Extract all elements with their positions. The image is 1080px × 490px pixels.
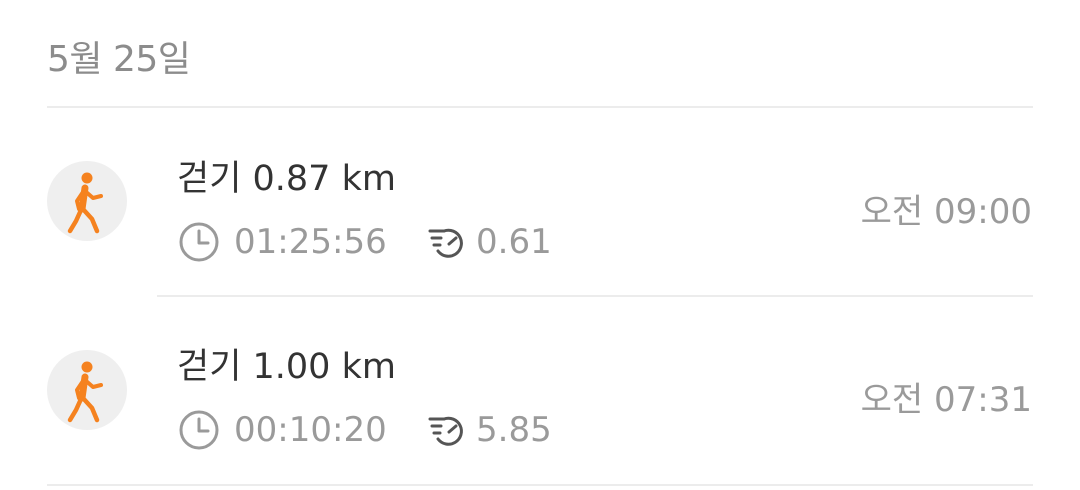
activity-avatar bbox=[47, 161, 127, 241]
list-item[interactable]: 걷기 0.87 km 01:25:56 0.61 오전 09:00 bbox=[0, 108, 1080, 296]
date-header: 5월 25일 bbox=[47, 39, 191, 80]
entry-title: 걷기 0.87 km bbox=[177, 159, 396, 199]
duration-value: 00:10:20 bbox=[234, 410, 387, 450]
entry-title: 걷기 1.00 km bbox=[177, 347, 396, 387]
pace-gauge-icon bbox=[428, 228, 463, 258]
activity-avatar bbox=[47, 350, 127, 430]
clock-icon bbox=[179, 222, 219, 262]
duration-value: 01:25:56 bbox=[234, 222, 387, 262]
entry-time: 오전 09:00 bbox=[860, 192, 1032, 232]
pace-gauge-icon bbox=[428, 416, 463, 446]
list-item[interactable]: 걷기 1.00 km 00:10:20 5.85 오전 07:31 bbox=[0, 297, 1080, 485]
walking-person-icon bbox=[67, 172, 103, 234]
clock-icon bbox=[179, 410, 219, 450]
entry-time: 오전 07:31 bbox=[860, 380, 1032, 420]
pace-value: 0.61 bbox=[476, 222, 552, 262]
walking-person-icon bbox=[67, 361, 103, 423]
entry-divider bbox=[47, 484, 1033, 486]
pace-value: 5.85 bbox=[476, 410, 552, 450]
